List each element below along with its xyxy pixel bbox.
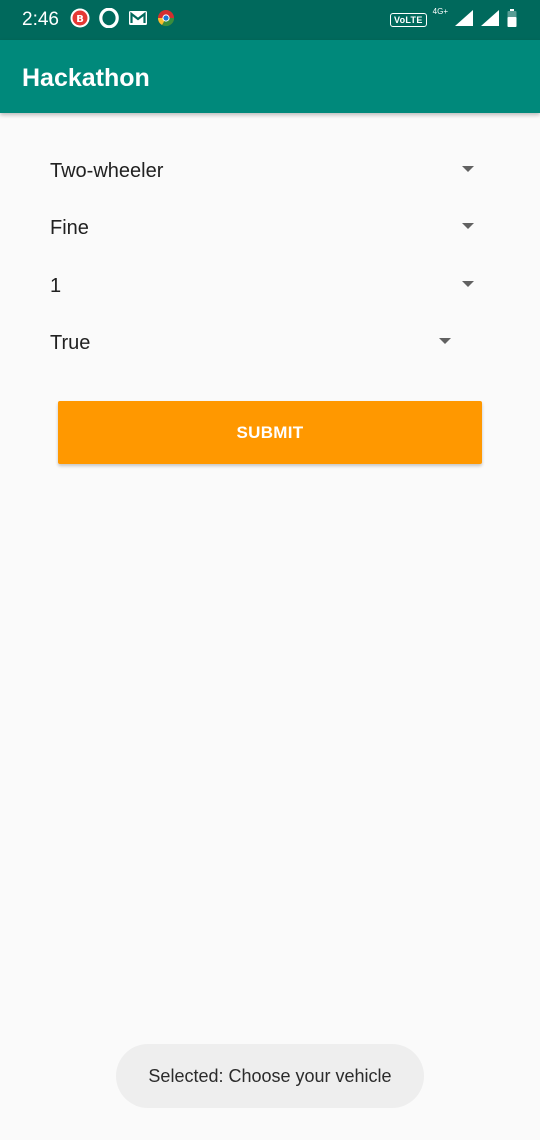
violation-type-value: Fine	[50, 217, 89, 239]
signal-icon	[454, 9, 474, 32]
boolean-spinner[interactable]: True	[50, 322, 453, 362]
toast-message: Selected: Choose your vehicle	[116, 1044, 424, 1108]
app-bar: Hackathon	[0, 40, 540, 113]
notification-badge-icon: B	[70, 8, 90, 33]
system-icons: VoLTE 4G+	[389, 7, 518, 33]
boolean-value: True	[50, 332, 91, 354]
gmail-icon	[128, 10, 148, 31]
count-spinner[interactable]: 1	[50, 265, 476, 305]
dropdown-arrow-icon	[439, 338, 451, 344]
svg-text:B: B	[76, 14, 84, 25]
dropdown-arrow-icon	[462, 166, 474, 172]
vehicle-type-value: Two-wheeler	[50, 160, 164, 182]
status-bar: 2:46 B VoLTE 4G+	[0, 0, 540, 40]
notification-icons: B	[70, 7, 175, 33]
toast-text: Selected: Choose your vehicle	[148, 1065, 392, 1086]
vehicle-type-spinner[interactable]: Two-wheeler	[50, 150, 476, 190]
dropdown-arrow-icon	[462, 223, 474, 229]
violation-type-spinner[interactable]: Fine	[50, 207, 476, 247]
signal-icon	[480, 9, 500, 32]
volte-icon: VoLTE	[389, 13, 427, 27]
chrome-icon	[157, 9, 175, 32]
dropdown-arrow-icon	[462, 281, 474, 287]
battery-icon	[506, 8, 518, 33]
network-type-label: 4G+	[432, 7, 448, 16]
submit-button[interactable]: SUBMIT	[58, 401, 482, 464]
count-value: 1	[50, 275, 62, 297]
opera-icon	[99, 7, 119, 33]
app-title: Hackathon	[22, 64, 150, 92]
status-time: 2:46	[22, 9, 59, 30]
